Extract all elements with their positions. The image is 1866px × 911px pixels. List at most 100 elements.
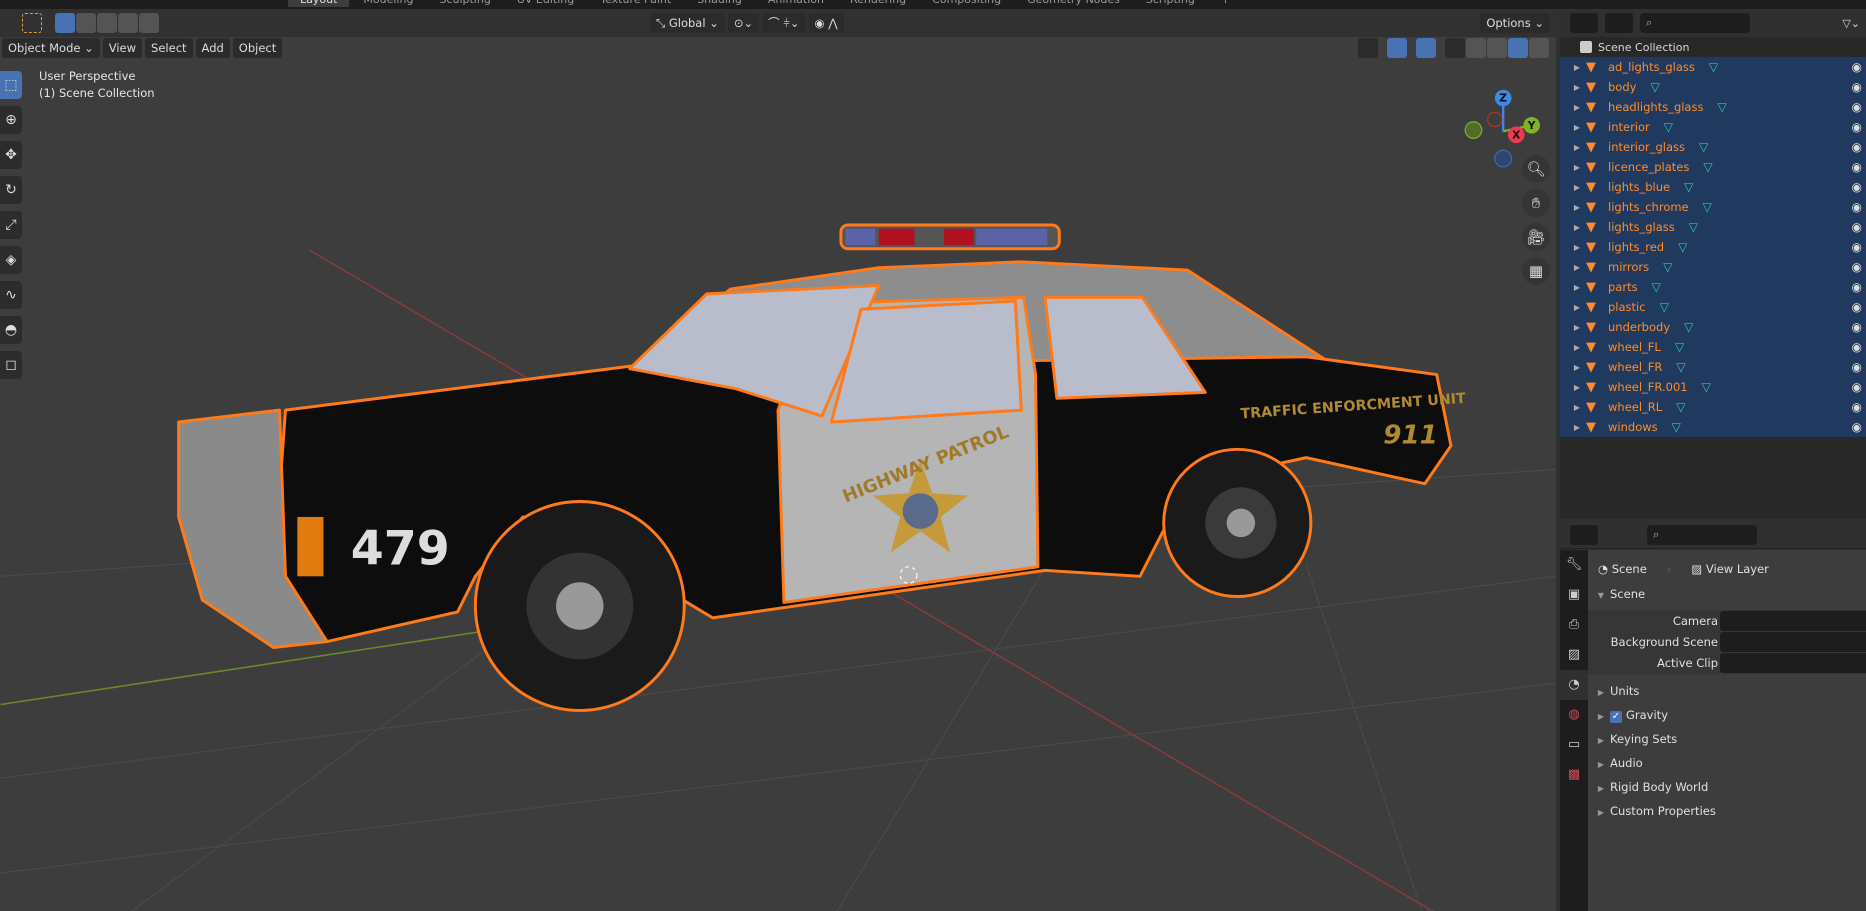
expand-arrow-icon[interactable]: ▶ bbox=[1560, 383, 1586, 392]
select-extend-icon[interactable] bbox=[76, 13, 96, 33]
mesh-data-icon[interactable]: ▽ bbox=[1678, 240, 1687, 254]
add-cube-tool[interactable]: ◻ bbox=[0, 351, 22, 379]
visibility-eye-icon[interactable]: ◉ bbox=[1852, 60, 1862, 74]
expand-arrow-icon[interactable]: ▶ bbox=[1560, 143, 1586, 152]
mesh-data-icon[interactable]: ▽ bbox=[1709, 60, 1718, 74]
expand-arrow-icon[interactable]: ▶ bbox=[1560, 223, 1586, 232]
mesh-data-icon[interactable]: ▽ bbox=[1660, 300, 1669, 314]
expand-arrow-icon[interactable]: ▶ bbox=[1560, 103, 1586, 112]
measure-tool[interactable]: ◓ bbox=[0, 316, 22, 344]
visibility-eye-icon[interactable]: ◉ bbox=[1852, 340, 1862, 354]
overlay-toggle-icon[interactable] bbox=[1416, 38, 1436, 58]
outliner-item[interactable]: ▶ ▼ parts ▽ ◉ bbox=[1560, 277, 1866, 297]
collapse-arrow-icon[interactable]: ▶ bbox=[1592, 682, 1610, 704]
visibility-eye-icon[interactable]: ◉ bbox=[1852, 320, 1862, 334]
collapse-arrow-icon[interactable]: ▶ bbox=[1592, 706, 1610, 728]
3d-viewport[interactable]: 479 HIGHWAY PATROL TRAFFIC ENFORCMENT UN… bbox=[0, 9, 1556, 911]
texture-tab-icon[interactable]: ▩ bbox=[1560, 760, 1588, 790]
expand-arrow-icon[interactable]: ▶ bbox=[1560, 203, 1586, 212]
outliner-item[interactable]: ▶ ▼ mirrors ▽ ◉ bbox=[1560, 257, 1866, 277]
visibility-icon[interactable] bbox=[1358, 38, 1378, 58]
panel-rigid-body-world[interactable]: ▶ Rigid Body World bbox=[1588, 776, 1866, 798]
wireframe-shading-icon[interactable] bbox=[1466, 38, 1486, 58]
expand-arrow-icon[interactable]: ▶ bbox=[1560, 323, 1586, 332]
select-new-icon[interactable] bbox=[55, 13, 75, 33]
expand-arrow-icon[interactable]: ▶ bbox=[1560, 263, 1586, 272]
view-layer-icon[interactable] bbox=[1605, 13, 1633, 33]
workspace-tab[interactable]: Compositing bbox=[920, 0, 1013, 7]
visibility-eye-icon[interactable]: ◉ bbox=[1852, 180, 1862, 194]
visibility-eye-icon[interactable]: ◉ bbox=[1852, 140, 1862, 154]
workspace-tab[interactable]: Texture Paint bbox=[588, 0, 683, 7]
expand-arrow-icon[interactable]: ▶ bbox=[1560, 183, 1586, 192]
material-shading-icon[interactable] bbox=[1508, 38, 1528, 58]
cursor-tool[interactable]: ⊕ bbox=[0, 106, 22, 134]
visibility-eye-icon[interactable]: ◉ bbox=[1852, 420, 1862, 434]
options-dropdown[interactable]: Options ⌄ bbox=[1480, 13, 1550, 33]
expand-arrow-icon[interactable]: ▶ bbox=[1560, 83, 1586, 92]
outliner-item[interactable]: ▶ ▼ interior ▽ ◉ bbox=[1560, 117, 1866, 137]
scene-collection-row[interactable]: Scene Collection bbox=[1560, 37, 1866, 57]
outliner-item[interactable]: ▶ ▼ lights_chrome ▽ ◉ bbox=[1560, 197, 1866, 217]
viewport-scene[interactable]: 479 HIGHWAY PATROL TRAFFIC ENFORCMENT UN… bbox=[0, 9, 1556, 911]
visibility-eye-icon[interactable]: ◉ bbox=[1852, 220, 1862, 234]
mesh-data-icon[interactable]: ▽ bbox=[1703, 160, 1712, 174]
menu-view[interactable]: View bbox=[102, 38, 143, 58]
visibility-eye-icon[interactable]: ◉ bbox=[1852, 360, 1862, 374]
expand-arrow-icon[interactable]: ▶ bbox=[1560, 283, 1586, 292]
collapse-arrow-icon[interactable]: ▶ bbox=[1592, 778, 1610, 800]
mode-dropdown[interactable]: Object Mode ⌄ bbox=[2, 38, 100, 58]
navigation-gizmo[interactable]: Z Y X bbox=[1464, 89, 1540, 168]
panel-units[interactable]: ▶ Units bbox=[1588, 680, 1866, 702]
pivot-dropdown[interactable]: ⊙⌄ bbox=[727, 13, 760, 33]
mesh-data-icon[interactable]: ▽ bbox=[1663, 260, 1672, 274]
expand-arrow-icon[interactable]: ▶ bbox=[1560, 63, 1586, 72]
zoom-icon[interactable]: 🔍︎ bbox=[1522, 155, 1550, 183]
front-wheel[interactable] bbox=[473, 500, 686, 712]
workspace-tab[interactable]: UV Editing bbox=[505, 0, 586, 7]
outliner-search-input[interactable]: ⌕ bbox=[1640, 13, 1750, 33]
select-tool-icon[interactable] bbox=[22, 13, 42, 33]
filter-icon[interactable]: ▽⌄ bbox=[1842, 17, 1860, 30]
mesh-data-icon[interactable]: ▽ bbox=[1676, 360, 1685, 374]
visibility-eye-icon[interactable]: ◉ bbox=[1852, 120, 1862, 134]
visibility-eye-icon[interactable]: ◉ bbox=[1852, 240, 1862, 254]
move-tool[interactable]: ✥ bbox=[0, 141, 22, 169]
visibility-eye-icon[interactable]: ◉ bbox=[1852, 380, 1862, 394]
mesh-data-icon[interactable]: ▽ bbox=[1684, 320, 1693, 334]
mesh-data-icon[interactable]: ▽ bbox=[1664, 120, 1673, 134]
panel-gravity[interactable]: ▶ ✓ Gravity bbox=[1588, 704, 1866, 726]
workspace-tab[interactable]: Shading bbox=[685, 0, 754, 7]
workspace-tab[interactable]: Sculpting bbox=[427, 0, 502, 7]
panel-audio[interactable]: ▶ Audio bbox=[1588, 752, 1866, 774]
expand-arrow-icon[interactable]: ▶ bbox=[1560, 163, 1586, 172]
gizmo-toggle-icon[interactable] bbox=[1387, 38, 1407, 58]
outliner-item[interactable]: ▶ ▼ underbody ▽ ◉ bbox=[1560, 317, 1866, 337]
select-box-tool[interactable]: ⬚ bbox=[0, 71, 22, 99]
solid-shading-icon[interactable] bbox=[1487, 38, 1507, 58]
mesh-data-icon[interactable]: ▽ bbox=[1652, 280, 1661, 294]
pan-hand-icon[interactable]: ✋︎ bbox=[1522, 189, 1550, 217]
scene-tab-icon[interactable]: ◔ bbox=[1560, 670, 1588, 700]
collapse-arrow-icon[interactable]: ▶ bbox=[1592, 730, 1610, 752]
rear-wheel[interactable] bbox=[1162, 447, 1313, 598]
collapse-arrow-icon[interactable]: ▶ bbox=[1592, 802, 1610, 824]
outliner-item[interactable]: ▶ ▼ lights_red ▽ ◉ bbox=[1560, 237, 1866, 257]
outliner-item[interactable]: ▶ ▼ headlights_glass ▽ ◉ bbox=[1560, 97, 1866, 117]
scene-panel-header[interactable]: ▼ Scene bbox=[1588, 583, 1866, 605]
scale-tool[interactable]: ⤢ bbox=[0, 211, 22, 239]
visibility-eye-icon[interactable]: ◉ bbox=[1852, 100, 1862, 114]
outliner-item[interactable]: ▶ ▼ plastic ▽ ◉ bbox=[1560, 297, 1866, 317]
mesh-data-icon[interactable]: ▽ bbox=[1717, 100, 1726, 114]
select-subtract-icon[interactable] bbox=[97, 13, 117, 33]
editor-type-icon[interactable] bbox=[1570, 524, 1598, 545]
view-layer-tab-icon[interactable]: ▨ bbox=[1560, 640, 1588, 670]
workspace-tab[interactable]: Layout bbox=[288, 0, 350, 7]
workspace-tab[interactable]: Modeling bbox=[351, 0, 425, 7]
menu-object[interactable]: Object bbox=[232, 38, 283, 58]
expand-arrow-icon[interactable]: ▶ bbox=[1560, 243, 1586, 252]
outliner-item[interactable]: ▶ ▼ licence_plates ▽ ◉ bbox=[1560, 157, 1866, 177]
display-mode-icon[interactable] bbox=[1570, 13, 1598, 33]
workspace-tab[interactable]: Scripting bbox=[1134, 0, 1207, 7]
active-clip-field[interactable] bbox=[1720, 653, 1866, 673]
